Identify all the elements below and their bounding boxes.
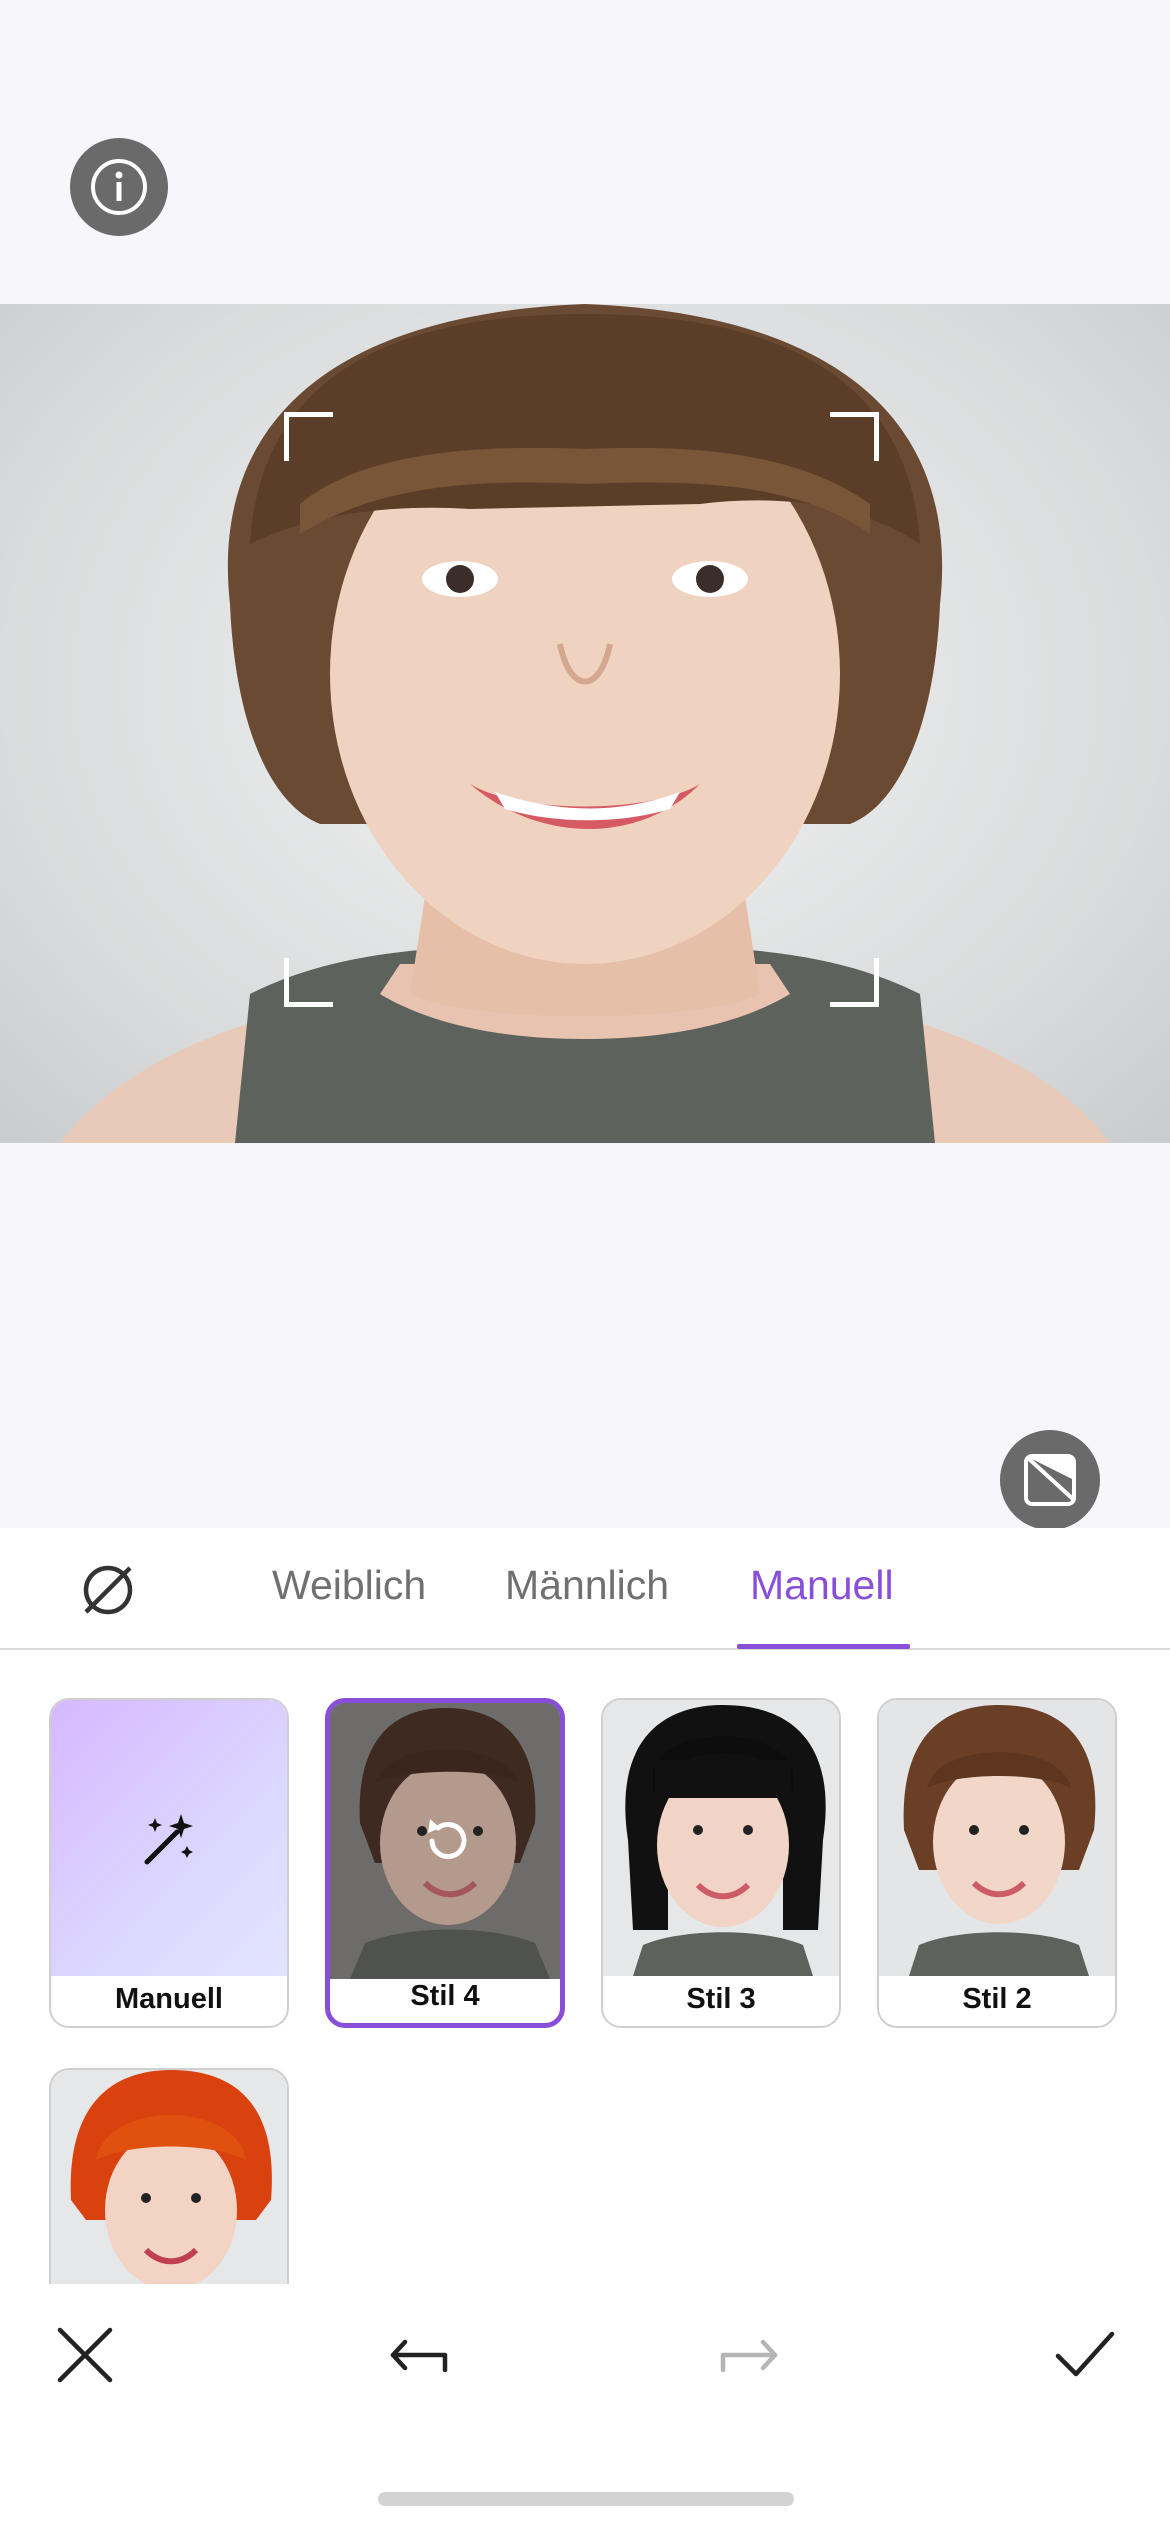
style-thumb <box>51 2070 287 2284</box>
undo-icon[interactable] <box>383 2320 453 2390</box>
crop-corner-top-right <box>830 412 879 461</box>
style-label: Stil 4 <box>410 1980 480 2012</box>
style-thumb <box>330 1703 560 1979</box>
tab-weiblich[interactable]: Weiblich <box>272 1562 426 1609</box>
tab-manuell[interactable]: Manuell <box>750 1562 894 1609</box>
active-tab-indicator <box>737 1644 910 1649</box>
photo-preview[interactable] <box>0 304 1170 1143</box>
crop-corner-bottom-left <box>284 958 333 1007</box>
close-icon[interactable] <box>50 2320 120 2390</box>
none-icon[interactable] <box>76 1558 140 1622</box>
style-label: Stil 3 <box>686 1983 756 2015</box>
reset-icon <box>428 1819 467 1859</box>
home-indicator <box>378 2492 794 2506</box>
style-card-manuell[interactable]: Manuell <box>49 1698 289 2028</box>
compare-button[interactable] <box>1000 1430 1100 1530</box>
style-card-stil-3[interactable]: Stil 3 <box>601 1698 841 2028</box>
magic-wand-icon <box>144 1814 193 1865</box>
compare-icon <box>1024 1454 1076 1506</box>
redo-icon[interactable] <box>715 2320 785 2390</box>
style-card-5[interactable] <box>49 2068 289 2284</box>
portrait-image <box>60 304 1110 1143</box>
crop-corner-top-left <box>284 412 333 461</box>
manual-thumb <box>51 1700 287 1976</box>
tab-maennlich[interactable]: Männlich <box>505 1562 669 1609</box>
tab-divider <box>0 1648 1170 1650</box>
style-label: Manuell <box>115 1983 223 2015</box>
style-5-portrait <box>51 2070 287 2284</box>
style-thumb <box>879 1700 1115 1976</box>
bottom-panel <box>0 1528 1170 2532</box>
check-icon[interactable] <box>1050 2320 1120 2390</box>
style-label: Stil 2 <box>962 1983 1032 2015</box>
style-card-stil-4[interactable]: Stil 4 <box>325 1698 565 2028</box>
info-button[interactable] <box>70 138 168 236</box>
style-card-stil-2[interactable]: Stil 2 <box>877 1698 1117 2028</box>
style-thumb <box>603 1700 839 1976</box>
style-3-portrait <box>603 1700 839 1976</box>
crop-corner-bottom-right <box>830 958 879 1007</box>
info-icon <box>91 159 147 215</box>
style-2-portrait <box>879 1700 1115 1976</box>
